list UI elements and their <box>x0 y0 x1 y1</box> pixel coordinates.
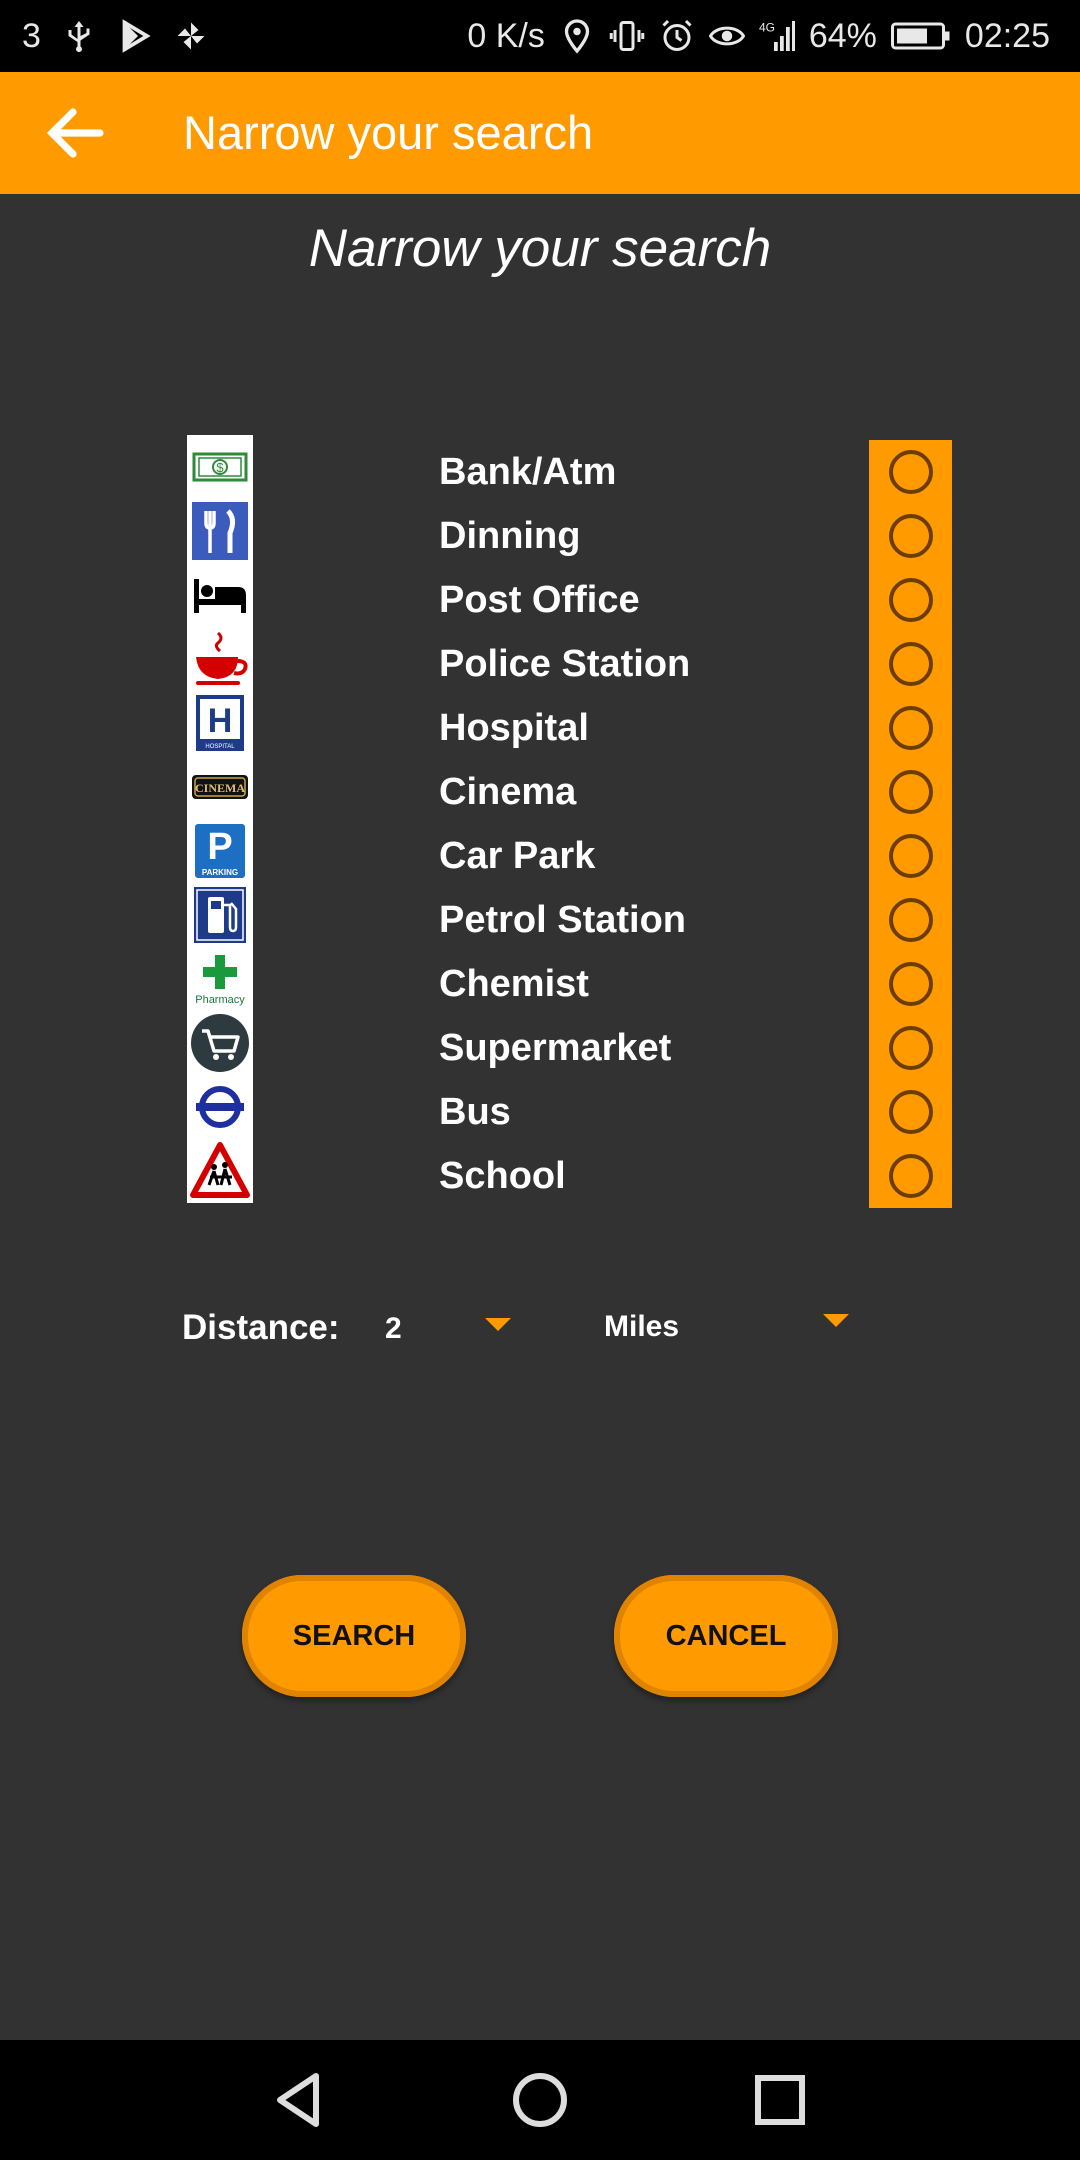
svg-text:P: P <box>207 826 232 868</box>
cancel-button[interactable]: CANCEL <box>614 1575 838 1697</box>
radio-car-park[interactable] <box>869 824 952 888</box>
category-label-petrol-station: Petrol Station <box>439 899 687 941</box>
fuel-pump-icon <box>187 883 253 947</box>
radio-cinema[interactable] <box>869 760 952 824</box>
radio-post-office[interactable] <box>869 568 952 632</box>
distance-dropdown-caret-icon[interactable] <box>485 1318 511 1331</box>
alarm-icon <box>659 18 695 54</box>
vibrate-icon <box>609 18 645 54</box>
distance-label: Distance: <box>182 1308 340 1347</box>
search-button[interactable]: SEARCH <box>242 1575 466 1697</box>
category-label-bus: Bus <box>439 1091 511 1133</box>
home-circle-icon[interactable] <box>500 2060 580 2140</box>
radio-supermarket[interactable] <box>869 1016 952 1080</box>
underground-roundel-icon <box>187 1075 253 1139</box>
pharmacy-icon: Pharmacy <box>187 947 253 1011</box>
category-label-supermarket: Supermarket <box>439 1027 672 1069</box>
category-labels: Bank/Atm Dinning Post Office Police Stat… <box>439 440 690 1208</box>
radio-petrol-station[interactable] <box>869 888 952 952</box>
battery-percent: 64% <box>808 16 877 55</box>
parking-icon: P PARKING <box>187 819 253 883</box>
radio-hospital[interactable] <box>869 696 952 760</box>
svg-text:4G: 4G <box>759 21 775 35</box>
back-arrow-icon[interactable] <box>40 97 112 169</box>
category-label-post-office: Post Office <box>439 579 640 621</box>
category-icons-column: $ H HOSPITAL CINEMA P PARKING Pharmacy <box>187 435 253 1203</box>
location-icon <box>559 18 595 54</box>
money-icon: $ <box>187 435 253 499</box>
school-sign-icon <box>187 1139 253 1203</box>
fork-knife-icon <box>187 499 253 563</box>
category-label-police-station: Police Station <box>439 643 691 685</box>
distance-unit-select[interactable]: Miles <box>604 1310 679 1344</box>
eye-icon <box>708 18 745 54</box>
svg-text:HOSPITAL: HOSPITAL <box>205 744 235 750</box>
hospital-icon: H HOSPITAL <box>187 691 253 755</box>
coffee-cup-icon <box>187 627 253 691</box>
page-heading: Narrow your search <box>308 219 772 278</box>
category-label-cinema: Cinema <box>439 771 577 813</box>
shopping-cart-icon <box>187 1011 253 1075</box>
category-label-chemist: Chemist <box>439 963 589 1005</box>
recents-square-icon[interactable] <box>740 2060 820 2140</box>
app-bar: Narrow your search <box>0 72 1080 194</box>
carrier-label: 3 <box>22 16 41 55</box>
net-speed: 0 K/s <box>467 16 545 55</box>
category-label-bank: Bank/Atm <box>439 451 617 493</box>
bed-icon <box>187 563 253 627</box>
radio-bus[interactable] <box>869 1080 952 1144</box>
svg-text:CINEMA: CINEMA <box>195 781 245 795</box>
usb-icon <box>61 18 97 54</box>
radio-dinning[interactable] <box>869 504 952 568</box>
battery-icon <box>890 18 951 54</box>
radio-chemist[interactable] <box>869 952 952 1016</box>
svg-text:Pharmacy: Pharmacy <box>195 994 245 1006</box>
svg-text:$: $ <box>216 460 224 475</box>
app-bar-title: Narrow your search <box>183 106 594 159</box>
cinema-icon: CINEMA <box>187 755 253 819</box>
category-label-school: School <box>439 1155 566 1197</box>
clock: 02:25 <box>964 16 1050 55</box>
status-bar: 3 0 K/s 4G 64% 02:25 <box>0 0 1080 72</box>
svg-text:PARKING: PARKING <box>202 868 238 877</box>
back-triangle-icon[interactable] <box>260 2060 340 2140</box>
radio-bank[interactable] <box>869 440 952 504</box>
category-label-dinning: Dinning <box>439 515 581 557</box>
category-label-hospital: Hospital <box>439 707 589 749</box>
pinwheel-icon <box>173 18 209 54</box>
radio-school[interactable] <box>869 1144 952 1208</box>
category-radio-column <box>869 440 952 1208</box>
navigation-bar <box>0 2040 1080 2160</box>
category-label-car-park: Car Park <box>439 835 596 877</box>
distance-value-select[interactable]: 2 <box>385 1312 402 1346</box>
signal-icon: 4G <box>759 18 795 54</box>
play-store-icon <box>117 18 153 54</box>
svg-text:H: H <box>208 702 233 740</box>
radio-police-station[interactable] <box>869 632 952 696</box>
unit-dropdown-caret-icon[interactable] <box>823 1314 849 1327</box>
